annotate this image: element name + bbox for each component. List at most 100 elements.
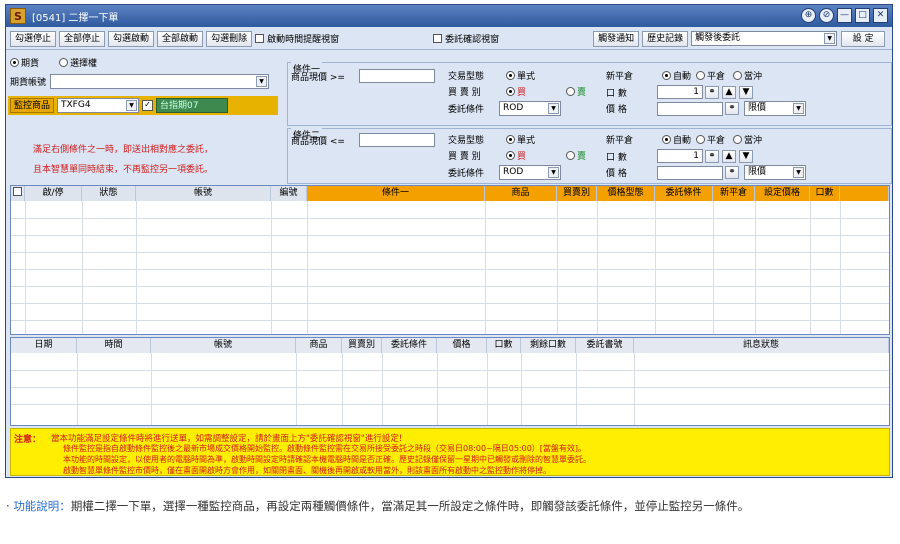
grid-row-line — [11, 286, 889, 287]
futures-radio-label: 期貨 — [21, 59, 40, 69]
cond2-side-label: 買 賣 別 — [448, 152, 481, 162]
col-header-side[interactable]: 買賣別 — [342, 338, 382, 353]
minimize-icon[interactable]: — — [837, 8, 852, 23]
cond2-price-link-icon[interactable]: ⚭ — [725, 166, 739, 179]
trigger-notify-button[interactable]: 觸發通知 — [593, 30, 640, 47]
monitor-enable-checkbox[interactable] — [142, 100, 154, 111]
cond2-close-radio[interactable] — [696, 135, 706, 144]
stop-checked-button[interactable]: 勾選停止 — [10, 30, 57, 47]
cond1-up-icon[interactable]: ▲ — [722, 85, 736, 99]
maximize-icon[interactable]: □ — [855, 8, 870, 23]
col-header-offset[interactable]: 新平倉 — [713, 186, 755, 201]
grid-col-line — [576, 353, 577, 425]
product-type-row: 期貨 選擇權 — [10, 56, 97, 69]
cond1-down-icon[interactable]: ▼ — [739, 85, 753, 99]
col-header-order-number[interactable]: 委託書號 — [576, 338, 634, 353]
col-header-side[interactable]: 買賣別 — [557, 186, 597, 201]
cond2-price2-input[interactable] — [657, 165, 723, 180]
cond2-price-type-value: 限價 — [748, 167, 767, 177]
col-header-account[interactable]: 帳號 — [151, 338, 296, 353]
pin-icon[interactable]: ⊕ — [801, 8, 816, 23]
cond1-price-input[interactable] — [359, 69, 435, 83]
cond1-close-radio[interactable] — [696, 71, 706, 80]
col-header-price[interactable]: 價格 — [437, 338, 487, 353]
cond2-sell-radio[interactable] — [566, 151, 576, 160]
cond2-price2-row: 價 格 ⚭ 限價 ▼ — [606, 165, 806, 180]
cond1-auto-radio[interactable] — [662, 71, 671, 80]
col-header-account[interactable]: 帳號 — [136, 186, 271, 201]
cond2-daytrade-radio[interactable] — [733, 135, 743, 144]
options-radio[interactable] — [59, 58, 69, 67]
col-header-qty[interactable]: 口數 — [487, 338, 521, 353]
col-header-condition-one[interactable]: 條件一 — [307, 186, 485, 201]
auto-alert-checkbox[interactable] — [255, 34, 265, 43]
cond1-price-type-select[interactable]: 限價 ▼ — [744, 101, 806, 116]
start-all-button[interactable]: 全部啟動 — [157, 30, 204, 47]
cond2-close-label: 平倉 — [707, 136, 726, 146]
cond1-condition-select[interactable]: ROD ▼ — [499, 101, 561, 116]
grid-col-line — [82, 201, 83, 334]
col-header-order-condition[interactable]: 委託條件 — [382, 338, 437, 353]
cond2-order-type-label: 交易型態 — [448, 136, 485, 146]
account-select[interactable]: ▼ — [50, 74, 270, 89]
cond1-buy-radio[interactable] — [506, 87, 515, 96]
caption-label: 功能說明： — [13, 499, 71, 513]
stop-all-button[interactable]: 全部停止 — [59, 30, 106, 47]
mode-select-value: 觸發後委託 — [695, 33, 741, 43]
grid-col-line — [810, 201, 811, 334]
start-checked-button[interactable]: 勾選啟動 — [108, 30, 155, 47]
futures-radio[interactable] — [10, 58, 19, 67]
chevron-down-icon: ▼ — [548, 167, 559, 178]
col-header-qty[interactable]: 口數 — [810, 186, 840, 201]
cond1-qty-row: 口 數 1 ⚭ ▲ ▼ — [606, 85, 756, 99]
cond1-side-row: 買 賣 別 買 賣 — [448, 85, 586, 98]
cond1-sell-radio[interactable] — [566, 87, 576, 96]
cond2-condition-select[interactable]: ROD ▼ — [499, 165, 561, 180]
cond1-price-link-icon[interactable]: ⚭ — [725, 102, 739, 115]
col-header-product[interactable]: 商品 — [485, 186, 557, 201]
cond2-side-row: 買 賣 別 買 賣 — [448, 149, 586, 162]
history-button[interactable]: 歷史記錄 — [642, 30, 689, 47]
grid-col-line — [755, 201, 756, 334]
col-header-toggle[interactable]: 啟/停 — [25, 186, 82, 201]
cond1-sell-label: 賣 — [577, 88, 587, 98]
col-header-date[interactable]: 日期 — [11, 338, 77, 353]
help-icon[interactable]: ⊘ — [819, 8, 834, 23]
grid-col-line — [713, 201, 714, 334]
cond1-price2-row: 價 格 ⚭ 限價 ▼ — [606, 101, 806, 116]
toolbar: 勾選停止 全部停止 勾選啟動 全部啟動 勾選刪除 啟動時間提醒視窗 委託確認視窗… — [6, 28, 892, 50]
cond1-single-radio[interactable] — [506, 71, 515, 80]
cond1-daytrade-radio[interactable] — [733, 71, 743, 80]
app-logo-icon: S — [10, 8, 26, 24]
cond2-qty-input[interactable]: 1 — [657, 149, 703, 163]
col-header-product[interactable]: 商品 — [296, 338, 342, 353]
col-header-remaining-qty[interactable]: 剩餘口數 — [521, 338, 576, 353]
col-header-number[interactable]: 編號 — [271, 186, 307, 201]
confirm-window-checkbox[interactable] — [433, 34, 443, 43]
col-header-price-type[interactable]: 價格型態 — [597, 186, 655, 201]
close-icon[interactable]: ✕ — [873, 8, 888, 23]
cond1-price2-input[interactable] — [657, 101, 723, 116]
col-header-status[interactable]: 狀態 — [82, 186, 136, 201]
options-radio-label: 選擇權 — [70, 59, 98, 69]
delete-checked-button[interactable]: 勾選刪除 — [206, 30, 253, 47]
settings-button[interactable]: 設 定 — [841, 30, 886, 47]
cond2-price-type-select[interactable]: 限價 ▼ — [744, 165, 806, 180]
cond1-link-icon[interactable]: ⚭ — [705, 85, 719, 99]
cond2-single-radio[interactable] — [506, 135, 515, 144]
cond2-up-icon[interactable]: ▲ — [722, 149, 736, 163]
notes-label: 注意： — [14, 435, 42, 445]
mode-select[interactable]: 觸發後委託 ▼ — [691, 31, 838, 46]
cond2-price-input[interactable] — [359, 133, 435, 147]
grid-select-all-checkbox[interactable] — [11, 186, 25, 201]
col-header-message[interactable]: 訊息狀態 — [634, 338, 889, 353]
monitor-symbol-select[interactable]: TXFG4 ▼ — [57, 98, 140, 113]
cond2-link-icon[interactable]: ⚭ — [705, 149, 719, 163]
cond1-qty-input[interactable]: 1 — [657, 85, 703, 99]
col-header-time[interactable]: 時間 — [77, 338, 151, 353]
cond2-buy-radio[interactable] — [506, 151, 515, 160]
col-header-order-condition[interactable]: 委託條件 — [655, 186, 713, 201]
cond2-auto-radio[interactable] — [662, 135, 671, 144]
cond2-down-icon[interactable]: ▼ — [739, 149, 753, 163]
col-header-set-price[interactable]: 設定價格 — [755, 186, 810, 201]
